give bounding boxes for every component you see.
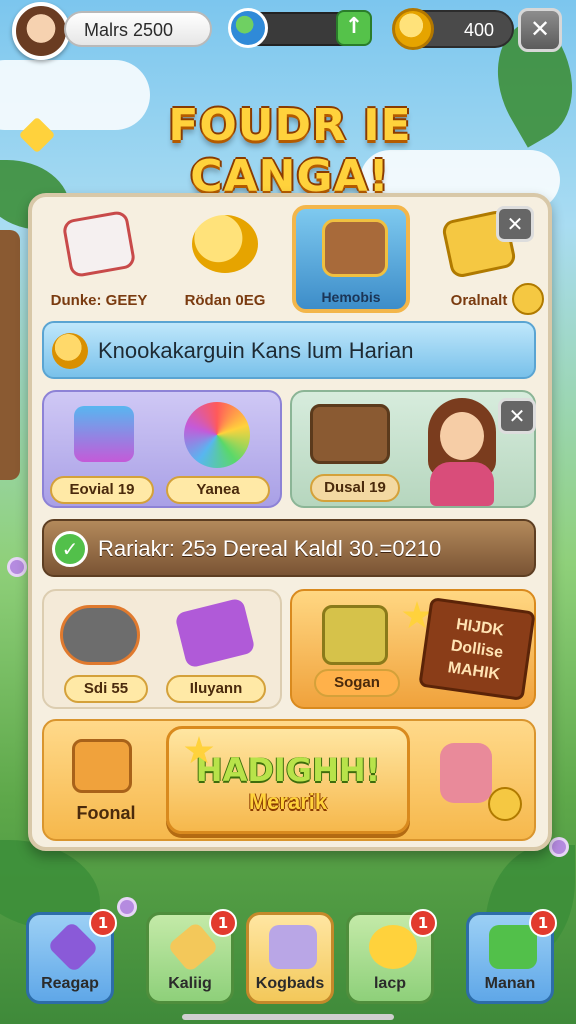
category-row: Dunke: GEEY Rödan 0EG Hemobis Oralnalt — [40, 205, 544, 315]
jar-icon — [440, 743, 492, 803]
notification-badge: 1 — [409, 909, 437, 937]
controller-icon — [60, 605, 140, 665]
coin-badge-icon — [512, 283, 544, 315]
flower — [120, 900, 134, 914]
category-label: Dunke: GEEY — [50, 292, 148, 309]
info-banner[interactable]: Knookakarguin Kans lum Harian — [42, 321, 536, 379]
panel-close-button[interactable]: ✕ — [496, 206, 534, 242]
category-label: Hemobis — [321, 289, 381, 305]
notification-badge: 1 — [209, 909, 237, 937]
top-bar: Malrs 2500 ↑ 400 ✕ — [0, 0, 576, 60]
item-card-boxes[interactable]: Eovial 19 Yanea — [42, 390, 282, 508]
info-banner-text: Knookakarguin Kans lum Harian — [98, 338, 414, 363]
nav-label: Kaliig — [168, 975, 212, 992]
nav-label: Reagap — [41, 975, 99, 992]
item-tag: Dusal 19 — [310, 474, 400, 502]
tree-trunk — [0, 230, 20, 480]
category-tab-2[interactable]: Rödan 0EG — [166, 205, 284, 313]
nav-button-4[interactable]: lacp 1 — [346, 909, 437, 1004]
nav-label: lacp — [373, 975, 406, 992]
shop-bag-icon — [269, 925, 317, 969]
item-tag: Yanea — [166, 476, 270, 504]
card-icon — [61, 209, 137, 279]
status-banner: ✓ Rariakr: 25э Dereal Kaldl 30.=0210 — [42, 519, 536, 577]
smiley-icon — [369, 925, 417, 969]
avatar[interactable] — [12, 2, 70, 60]
promo-sign: HIJDK Dollise MAHIK — [418, 597, 536, 701]
golden-box-icon — [72, 739, 132, 793]
flower — [552, 840, 566, 854]
flower — [10, 560, 24, 574]
category-tab-3-selected[interactable]: Hemobis — [292, 205, 410, 313]
game-title: FOUDR IE CANGA! — [168, 100, 412, 202]
coin-icon — [392, 8, 434, 50]
cash-icon — [489, 925, 537, 969]
item-tag: Sogan — [314, 669, 400, 697]
player-name-pill: Malrs 2500 — [64, 11, 212, 47]
featured-label: Foonal — [76, 803, 136, 823]
character-girl — [418, 398, 508, 506]
treasure-chest-icon — [310, 404, 390, 464]
level-up-icon[interactable]: ↑ — [336, 10, 372, 46]
coin-amount: 400 — [463, 20, 494, 40]
nav-button-2[interactable]: Kaliig 1 — [146, 909, 237, 1004]
player-name: Malrs 2500 — [84, 20, 174, 40]
notification-badge: 1 — [529, 909, 557, 937]
claim-button[interactable]: HADIGHH! Merarik — [166, 726, 410, 834]
status-banner-text: Rariakr: 25э Dereal Kaldl 30.=0210 — [98, 536, 442, 561]
chest-icon — [322, 219, 388, 277]
nav-label: Kogbads — [255, 975, 325, 992]
nav-button-5[interactable]: Manan 1 — [466, 909, 557, 1004]
coin-bag-icon — [192, 215, 258, 273]
gear-box-icon — [322, 605, 388, 665]
nav-label: Manan — [484, 975, 536, 992]
close-button[interactable]: ✕ — [518, 8, 562, 52]
coin-icon — [52, 333, 88, 369]
globe-icon — [228, 8, 268, 48]
character-face — [440, 412, 484, 460]
notification-badge: 1 — [89, 909, 117, 937]
nav-button-1[interactable]: Reagap 1 — [26, 909, 117, 1004]
gift-boxes-icon — [74, 406, 134, 462]
category-label: Rödan 0EG — [184, 292, 266, 309]
rainbow-egg-icon — [184, 402, 250, 468]
item-tag: Eovial 19 — [50, 476, 154, 504]
coin-icon — [488, 787, 522, 821]
claim-button-line2: Merarik — [248, 789, 328, 814]
category-tab-1[interactable]: Dunke: GEEY — [40, 205, 158, 313]
nav-button-3[interactable]: Kogbads — [246, 912, 334, 1004]
character-body — [430, 462, 494, 506]
purple-device-icon — [174, 597, 256, 669]
home-indicator — [182, 1014, 394, 1020]
item-tag: Sdi 55 — [64, 675, 148, 703]
item-card-tools[interactable]: Sdi 55 Iluyann — [42, 589, 282, 709]
checkmark-icon: ✓ — [52, 531, 88, 567]
item-tag: Iluyann — [166, 675, 266, 703]
